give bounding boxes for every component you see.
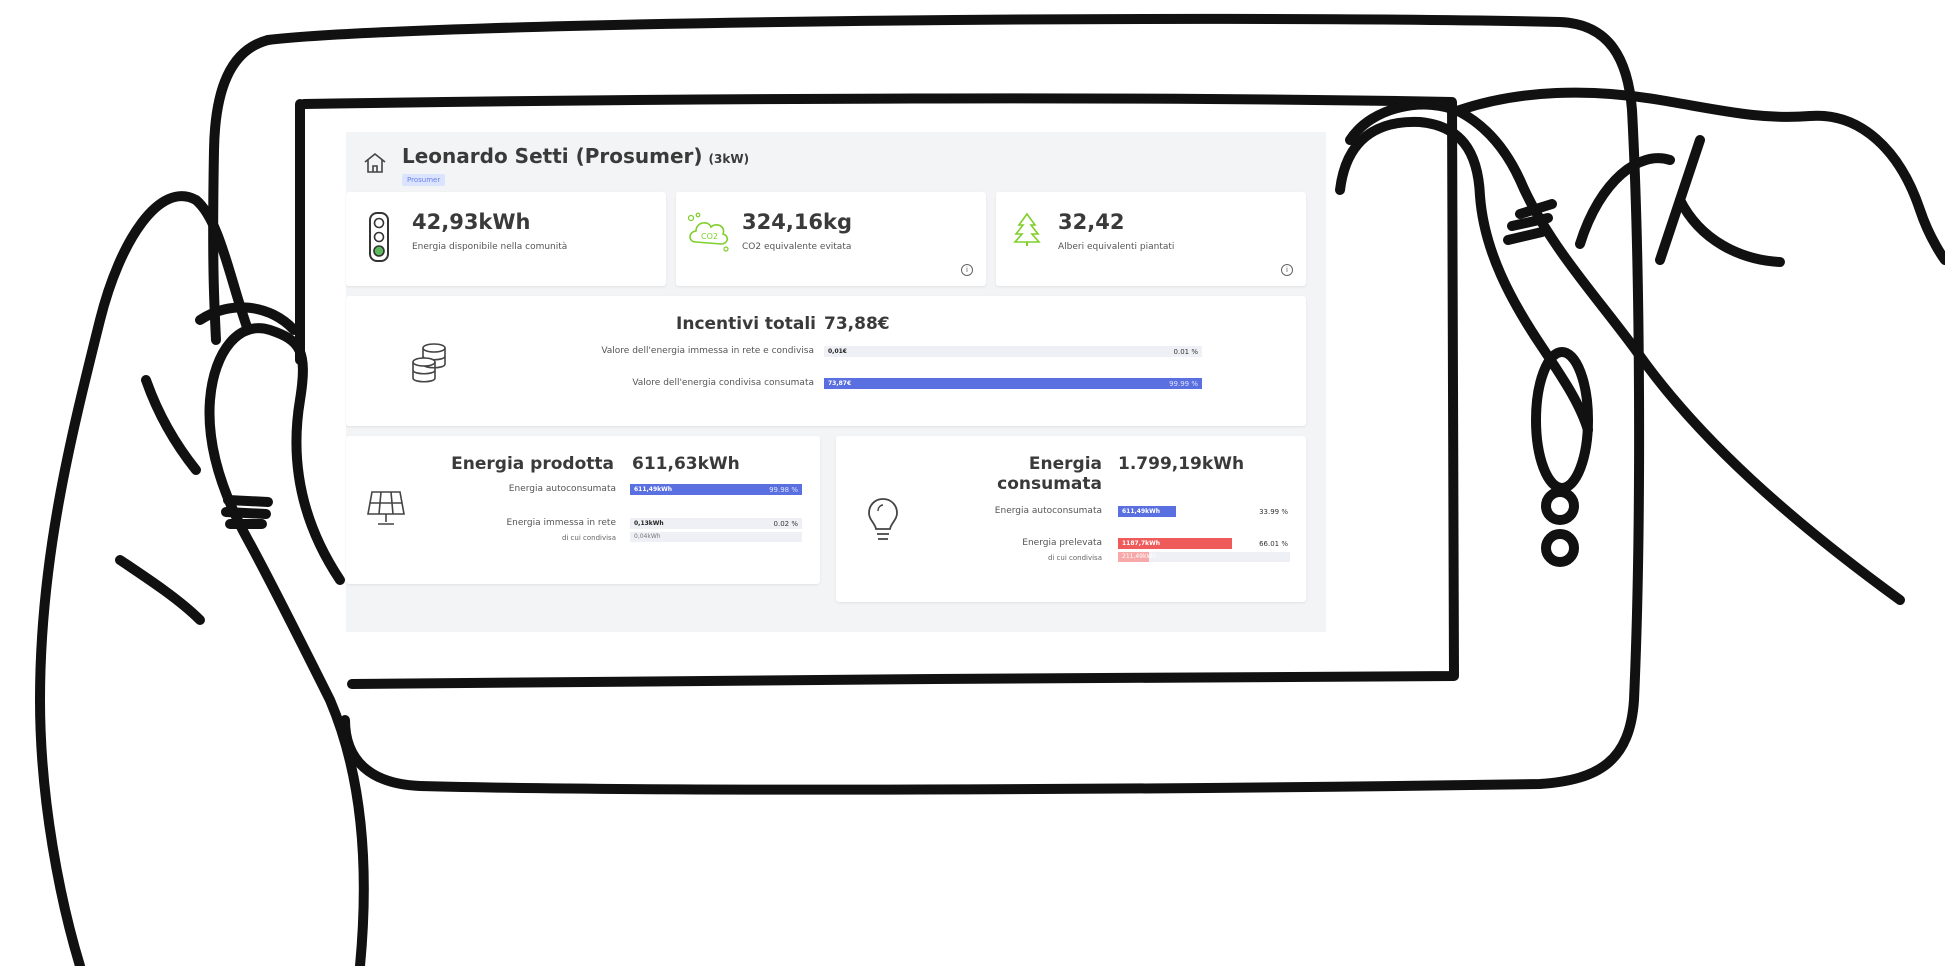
bar-percent: 0.02 %: [773, 520, 798, 528]
produced-energy-card: Energia prodotta 611,63kWh Energia autoc…: [346, 436, 820, 584]
consumed-self-bar: 611,49kWh 33.99 %: [1118, 506, 1290, 517]
bar-value: 1187,7kWh: [1122, 540, 1161, 547]
stat-value: 324,16kg: [742, 210, 853, 234]
tablet-screen: Leonardo Setti (Prosumer) (3kW) Prosumer …: [306, 108, 1444, 670]
bar-percent: 99.99 %: [1169, 380, 1198, 388]
bar-fill: [824, 378, 1202, 389]
consumed-energy-card: Energia consumata 1.799,19kWh Energia au…: [836, 436, 1306, 602]
incentives-title: Incentivi totali: [676, 314, 816, 334]
bar-percent: 0.01 %: [1173, 348, 1198, 356]
consumed-title-line1: Energia: [1028, 454, 1102, 474]
bar-percent: 66.01 %: [1259, 540, 1288, 548]
produced-total: 611,63kWh: [632, 454, 740, 474]
consumed-withdrawn-bar: 1187,7kWh 66.01 %: [1118, 538, 1290, 549]
consumed-shared-bar: 211,49kWh: [1118, 552, 1290, 562]
self-consumed-label: Energia autoconsumata: [508, 484, 616, 494]
bar-value: 0,13kWh: [634, 520, 664, 527]
consumed-title-line2: consumata: [997, 474, 1102, 494]
info-icon[interactable]: i: [1281, 264, 1293, 276]
tree-icon: [1013, 212, 1041, 246]
produced-shared-bar: 0,04kWh: [630, 532, 802, 542]
bar-value: 73,87€: [828, 380, 852, 387]
lightbulb-icon: [868, 498, 898, 540]
produced-grid-bar: 0,13kWh 0.02 %: [630, 518, 802, 529]
incentives-card: Incentivi totali 73,88€ Valore dell'ener…: [346, 296, 1306, 426]
produced-self-bar: 611,49kWh 99.98 %: [630, 484, 802, 495]
incentive-bar-shared-injected: 0,01€ 0.01 %: [824, 346, 1202, 357]
incentive-row-label: Valore dell'energia condivisa consumata: [632, 378, 814, 388]
incentive-row-label: Valore dell'energia immessa in rete e co…: [601, 346, 814, 356]
dashboard: Leonardo Setti (Prosumer) (3kW) Prosumer …: [346, 132, 1326, 632]
role-badge: Prosumer: [402, 174, 446, 186]
bar-percent: 33.99 %: [1259, 508, 1288, 516]
stat-label: Energia disponibile nella comunità: [412, 242, 568, 252]
withdrawn-label: Energia prelevata: [1022, 538, 1102, 548]
bar-value: 211,49kWh: [1122, 553, 1157, 560]
solar-panel-icon: [367, 491, 405, 525]
stat-card-trees: 32,42 Alberi equivalenti piantati i: [996, 192, 1306, 286]
home-icon: [364, 152, 386, 173]
coins-icon: [412, 343, 446, 383]
stat-label: Alberi equivalenti piantati: [1058, 242, 1175, 252]
shared-label: di cui condivisa: [1047, 554, 1102, 562]
svg-text:CO2: CO2: [701, 232, 718, 241]
info-icon[interactable]: i: [961, 264, 973, 276]
bar-value: 0,04kWh: [634, 533, 661, 540]
traffic-light-icon: [369, 212, 389, 262]
user-name: Leonardo Setti (Prosumer): [402, 144, 703, 168]
bar-value: 0,01€: [828, 348, 847, 355]
bar-value: 611,49kWh: [634, 486, 673, 493]
stat-value: 42,93kWh: [412, 210, 531, 234]
stat-card-energy-available: 42,93kWh Energia disponibile nella comun…: [346, 192, 666, 286]
shared-label: di cui condivisa: [561, 534, 616, 542]
user-power: (3kW): [708, 152, 750, 166]
stat-value: 32,42: [1058, 210, 1125, 234]
self-consumed-label: Energia autoconsumata: [994, 506, 1102, 516]
stat-card-co2: CO2 324,16kg CO2 equivalente evitata i: [676, 192, 986, 286]
page-title: Leonardo Setti (Prosumer) (3kW): [402, 144, 749, 168]
produced-title: Energia prodotta: [451, 454, 614, 474]
stat-label: CO2 equivalente evitata: [742, 242, 852, 252]
cloud-co2-icon: CO2: [687, 212, 729, 252]
incentives-total: 73,88€: [824, 314, 890, 334]
grid-injected-label: Energia immessa in rete: [506, 518, 616, 528]
bar-percent: 99.98 %: [769, 486, 798, 494]
incentive-bar-shared-consumed: 73,87€ 99.99 %: [824, 378, 1202, 389]
bar-value: 611,49kWh: [1122, 508, 1161, 515]
consumed-total: 1.799,19kWh: [1118, 454, 1245, 474]
page-header: Leonardo Setti (Prosumer) (3kW) Prosumer: [362, 144, 1062, 186]
